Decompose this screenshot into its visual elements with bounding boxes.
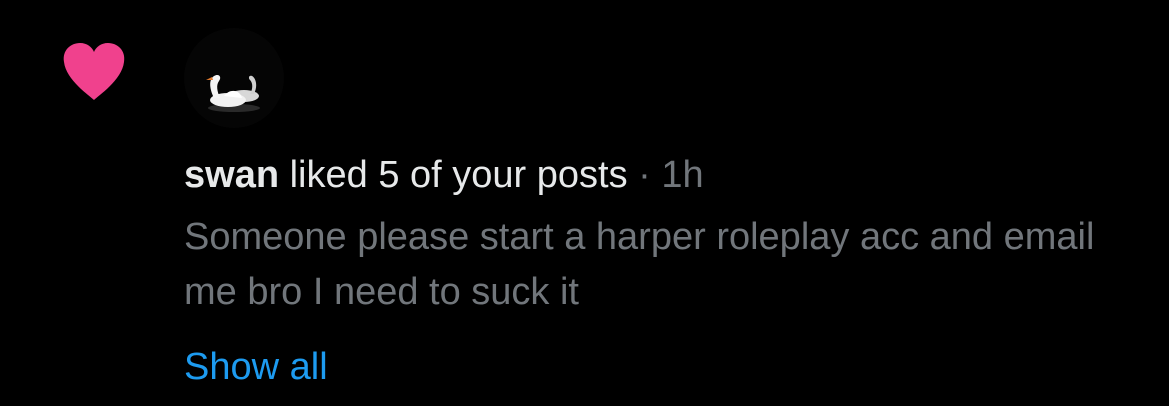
separator: · — [638, 154, 651, 196]
like-notification[interactable]: swan liked 5 of your posts · 1h Someone … — [0, 0, 1169, 406]
timestamp[interactable]: 1h — [661, 154, 703, 196]
avatar[interactable] — [184, 28, 284, 128]
notification-content: swan liked 5 of your posts · 1h Someone … — [184, 150, 1154, 392]
heart-icon — [62, 42, 126, 102]
username[interactable]: swan — [184, 154, 279, 196]
notification-headline: swan liked 5 of your posts · 1h — [184, 150, 1154, 200]
post-preview-text[interactable]: Someone please start a harper roleplay a… — [184, 210, 1154, 320]
show-all-link[interactable]: Show all — [184, 342, 328, 392]
action-text: liked 5 of your posts — [289, 154, 628, 196]
